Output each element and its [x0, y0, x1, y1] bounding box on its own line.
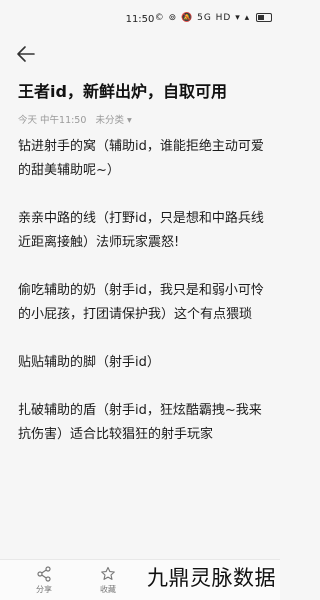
note-meta: 今天 中午11:50 未分类 ▾	[18, 112, 132, 126]
note-paragraph: 钻进射手的窝（辅助id，谁能拒绝主动可爱的甜美辅助呢~）	[18, 139, 264, 178]
battery-icon	[256, 13, 272, 22]
status-icons: © ⊚ 🔕 5G HD ▾ ▴	[153, 13, 272, 23]
favorite-label: 收藏	[100, 585, 116, 594]
share-button[interactable]: 分享	[24, 566, 64, 595]
favorite-button[interactable]: 收藏	[88, 566, 128, 595]
bottom-toolbar: 分享 收藏 九鼎灵脉数据	[0, 559, 280, 600]
status-icon-row: © ⊚ 🔕 5G HD ▾ ▴	[154, 13, 251, 23]
note-date: 今天 中午11:50	[18, 115, 87, 126]
star-icon	[101, 566, 115, 580]
share-label: 分享	[36, 585, 52, 594]
note-paragraph: 贴贴辅助的脚（射手id）	[18, 355, 160, 370]
note-paragraph: 偷吃辅助的奶（射手id，我只是和弱小可怜的小屁孩，打团请保护我）这个有点猥琐	[18, 283, 264, 322]
category-dropdown[interactable]: 未分类 ▾	[95, 115, 131, 126]
share-icon	[37, 566, 51, 582]
watermark-text: 九鼎灵脉数据	[147, 566, 276, 590]
note-title[interactable]: 王者id，新鲜出炉，自取可用	[18, 78, 268, 102]
note-body[interactable]: 钻进射手的窝（辅助id，谁能拒绝主动可爱的甜美辅助呢~） 亲亲中路的线（打野id…	[18, 135, 268, 471]
status-bar: 11:50 © ⊚ 🔕 5G HD ▾ ▴	[0, 0, 280, 36]
note-paragraph: 亲亲中路的线（打野id，只是想和中路兵线近距离接触）法师玩家震怒!	[18, 211, 264, 250]
back-arrow-icon[interactable]	[14, 42, 38, 66]
note-paragraph: 扎破辅助的盾（射手id，狂炫酷霸拽~我来抗伤害）适合比较猖狂的射手玩家	[18, 403, 262, 442]
